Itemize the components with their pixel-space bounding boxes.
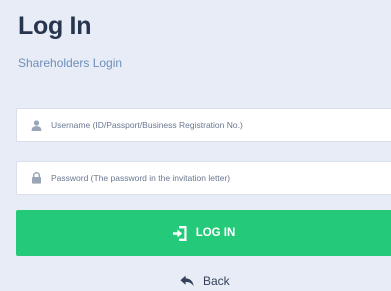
password-field[interactable] [16, 161, 391, 195]
username-field[interactable] [16, 108, 391, 142]
back-link[interactable]: Back [180, 274, 230, 288]
lock-icon [30, 172, 42, 184]
password-input[interactable] [51, 173, 371, 183]
login-button-label: LOG IN [195, 227, 236, 239]
login-button[interactable]: LOG IN [16, 210, 391, 256]
sign-in-icon [172, 225, 188, 242]
user-icon [30, 119, 42, 131]
reply-arrow-icon [180, 275, 194, 287]
page-subtitle: Shareholders Login [18, 56, 123, 70]
page-title: Log In [18, 12, 92, 40]
username-input[interactable] [51, 120, 371, 130]
back-label: Back [203, 274, 230, 288]
